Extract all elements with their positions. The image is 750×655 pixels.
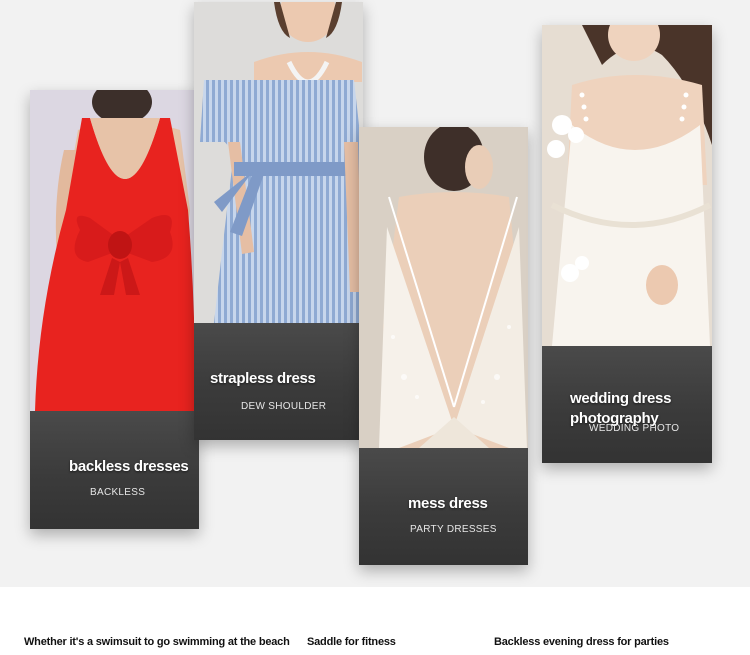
wedding-dress-photo (542, 25, 712, 346)
card-caption-panel: backless dresses BACKLESS (30, 411, 199, 529)
caption-swimsuit: Whether it's a swimsuit to go swimming a… (24, 636, 290, 648)
card-caption-panel: strapless dress DEW SHOULDER (194, 323, 363, 440)
card-subtitle: BACKLESS (90, 487, 146, 498)
strapless-dress-photo (194, 2, 363, 323)
caption-fitness: Saddle for fitness (307, 636, 396, 648)
caption-row: Whether it's a swimsuit to go swimming a… (0, 587, 750, 655)
card-subtitle: PARTY DRESSES (410, 524, 497, 535)
backless-dress-photo (30, 90, 199, 411)
dress-showcase: backless dresses BACKLESS strapless dres… (0, 0, 750, 587)
card-wedding-dress-photography[interactable]: wedding dress photography WEDDING PHOTO (542, 25, 712, 463)
card-subtitle: WEDDING PHOTO (589, 423, 680, 434)
card-caption-panel: wedding dress photography WEDDING PHOTO (542, 346, 712, 463)
card-mess-dress[interactable]: mess dress PARTY DRESSES (359, 127, 528, 565)
mess-dress-photo (359, 127, 528, 448)
caption-evening-dress: Backless evening dress for parties (494, 636, 669, 648)
card-subtitle: DEW SHOULDER (241, 401, 327, 412)
card-title: backless dresses (69, 458, 189, 475)
card-title: strapless dress (210, 370, 316, 387)
card-caption-panel: mess dress PARTY DRESSES (359, 448, 528, 565)
card-backless-dresses[interactable]: backless dresses BACKLESS (30, 90, 199, 529)
card-strapless-dress[interactable]: strapless dress DEW SHOULDER (194, 2, 363, 440)
card-title: mess dress (408, 495, 488, 512)
